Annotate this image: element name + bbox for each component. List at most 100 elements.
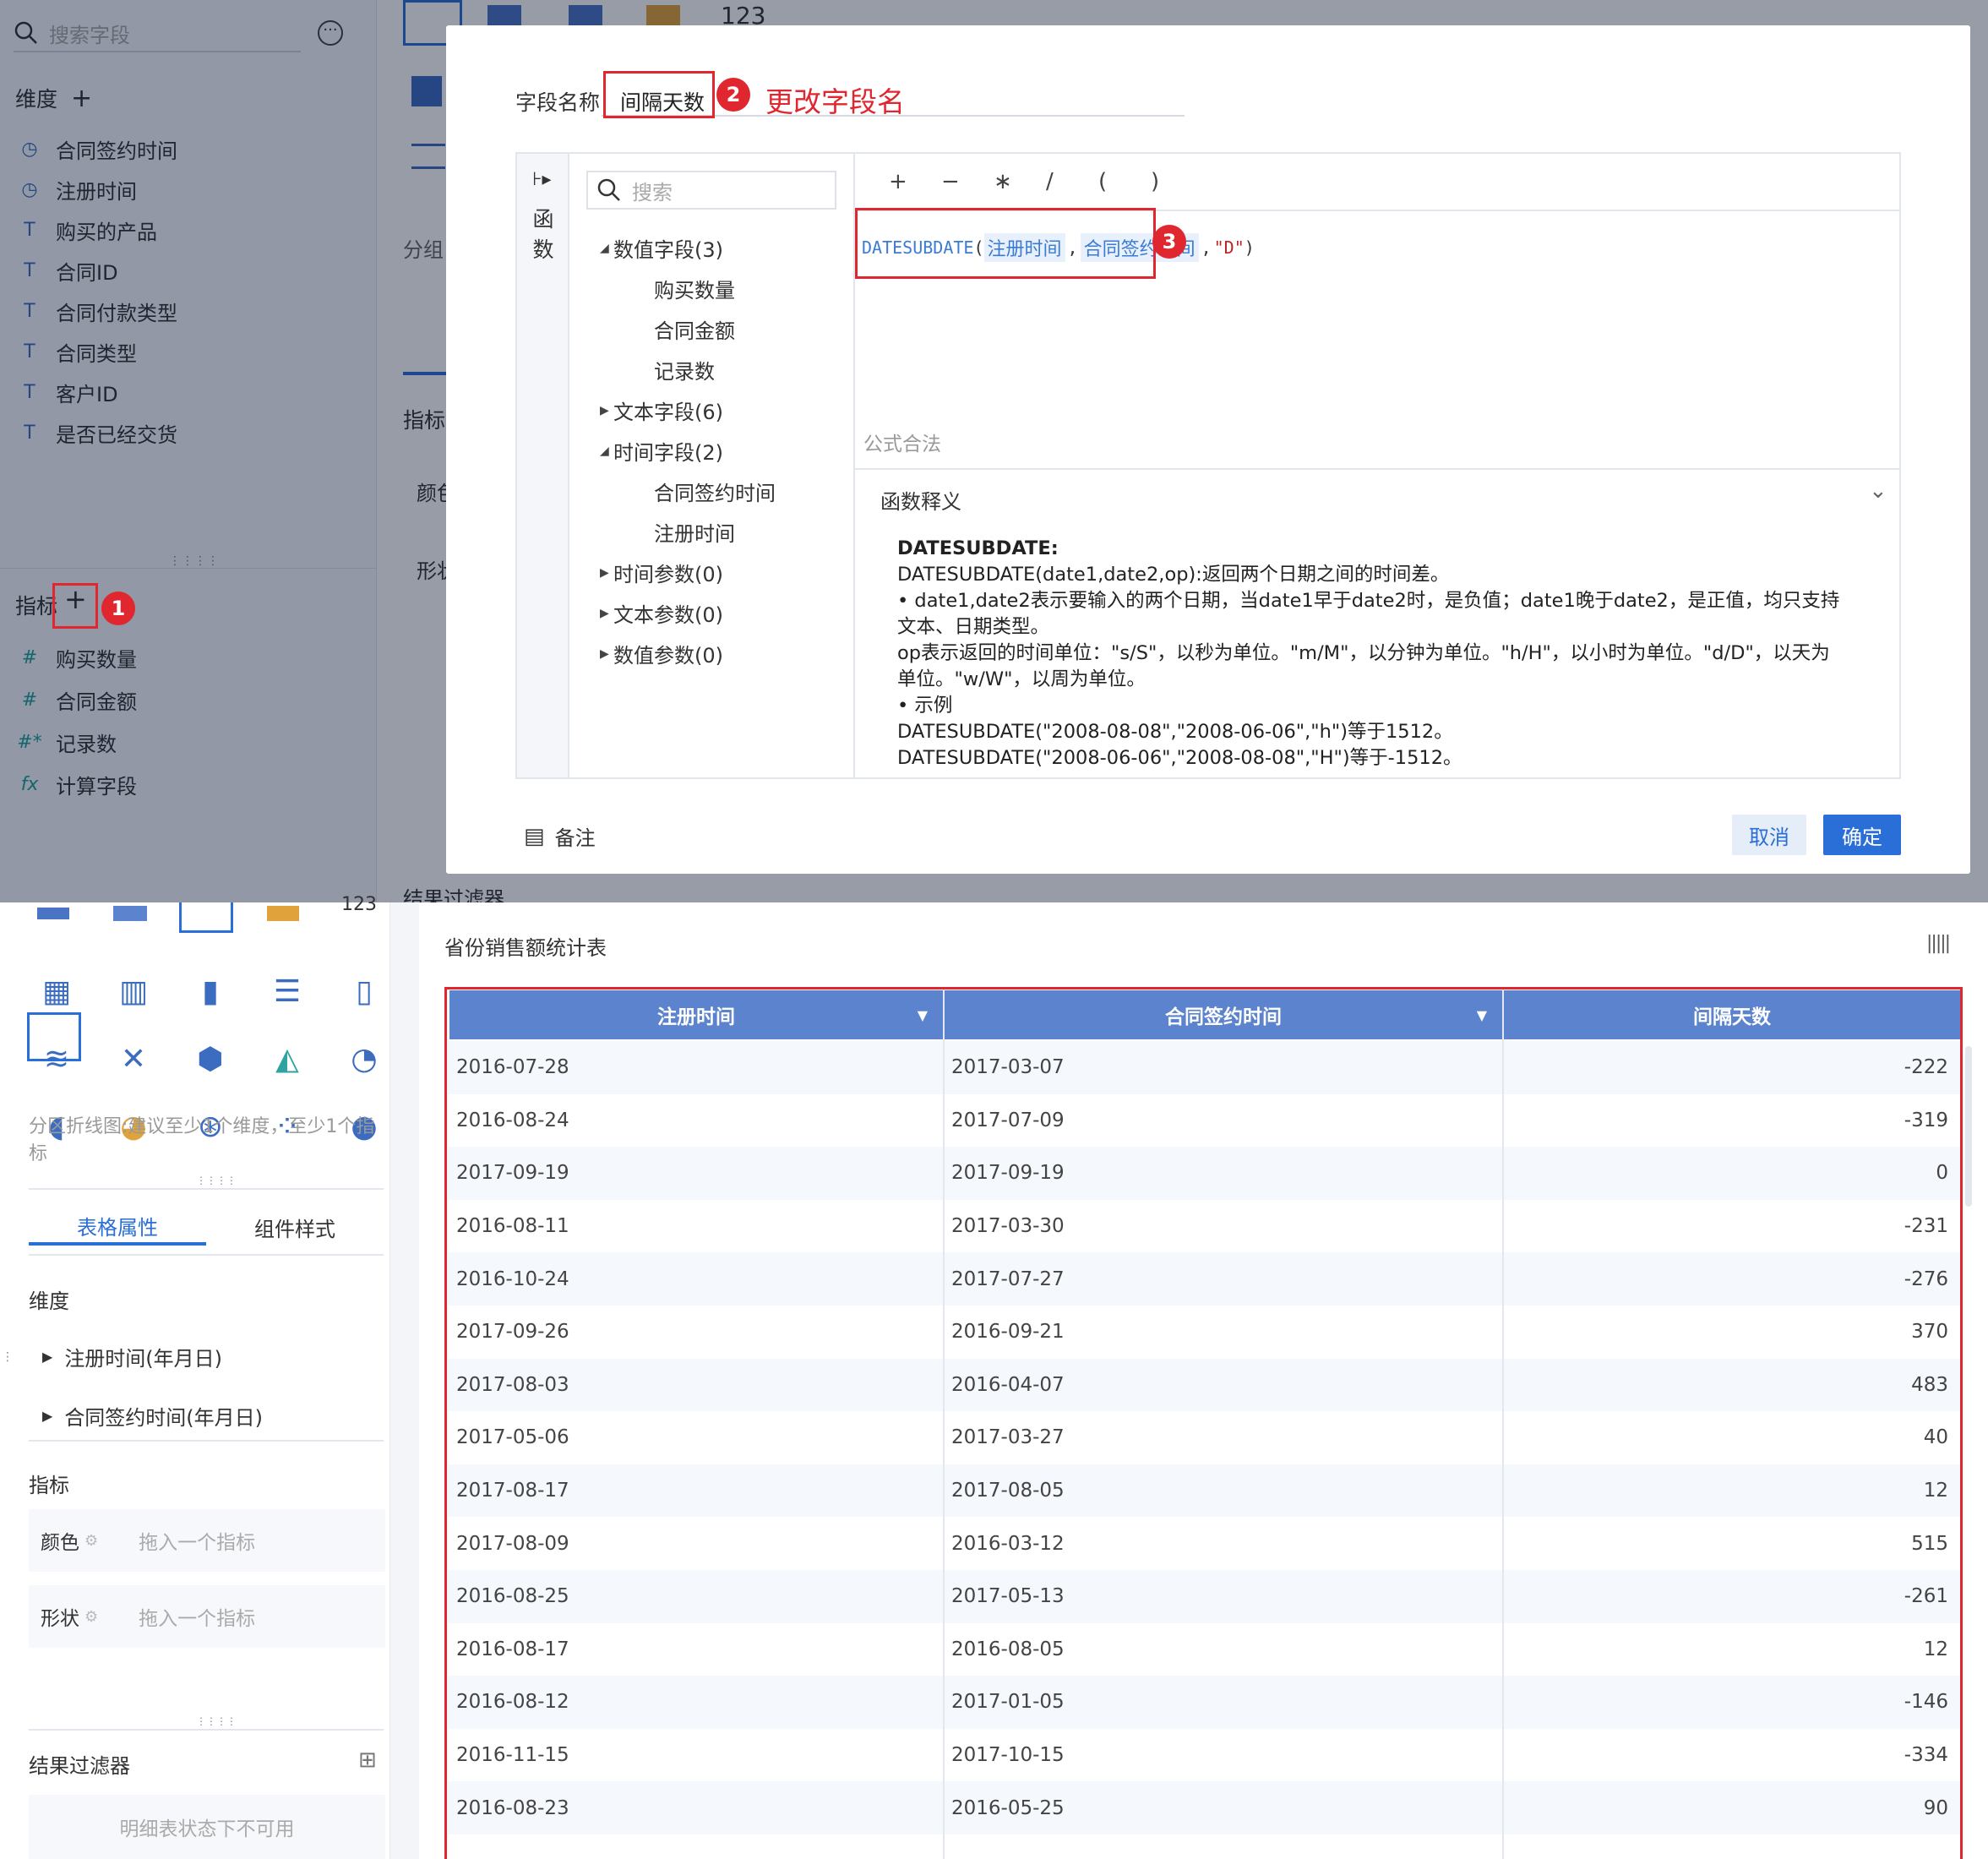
divider [29, 1729, 384, 1731]
filter-icon[interactable]: ⊞ [358, 1747, 377, 1773]
formula-comma: , [1201, 237, 1212, 258]
annotation-badge-1: 1 [101, 592, 135, 625]
operator-button[interactable]: − [941, 169, 994, 194]
triangle-right-icon: ▶ [42, 1408, 53, 1424]
chart-type-icon[interactable] [113, 906, 147, 921]
expand-icon[interactable]: ⊦▸ [532, 169, 552, 190]
tree-group[interactable]: ◢ 数值字段(3) [600, 233, 723, 263]
gear-icon[interactable]: ⚙ [84, 1608, 98, 1626]
calculated-field-dialog: 字段名称 间隔天数 2 更改字段名 ⊦▸ 函数 搜索 ◢ 数值字段(3) 购买数量合… [446, 25, 1970, 874]
dimension-item[interactable]: ▶ 注册时间(年月日) [42, 1342, 222, 1371]
dimension-item[interactable]: ▶ 合同签约时间(年月日) [42, 1401, 263, 1431]
function-tab-label[interactable]: 函数 [531, 204, 555, 265]
chevron-down-icon[interactable]: ⌄ [1869, 478, 1887, 504]
field-tree-panel: 搜索 ◢ 数值字段(3) 购买数量合同金额记录数 ▶ 文本字段(6) ◢ 时间字段(2) 合同… [569, 154, 855, 777]
tree-search-input[interactable]: 搜索 [586, 171, 836, 210]
operator-button[interactable]: ( [1098, 169, 1151, 194]
selected-chart-type[interactable] [27, 1012, 81, 1061]
chart-type-icon[interactable] [267, 906, 299, 921]
tree-item[interactable]: 记录数 [654, 355, 715, 384]
divider [29, 1440, 384, 1442]
explain-line: op表示返回的时间单位："s/S"，以秒为单位。"m/M"，以分钟为单位。"h/… [897, 642, 1830, 664]
tab-table-properties[interactable]: 表格属性 [29, 1208, 206, 1246]
tree-item[interactable]: 注册时间 [654, 517, 735, 547]
tree-group-label: 数值字段(3) [613, 238, 723, 262]
dimension-title: 维度 [29, 1289, 69, 1313]
dimension-item-label: 合同签约时间(年月日) [64, 1406, 264, 1430]
tab-component-style[interactable]: 组件样式 [206, 1208, 384, 1246]
remark-button[interactable]: ▤ 备注 [524, 821, 596, 851]
tree-group[interactable]: ▶ 数值参数(0) [600, 639, 723, 668]
triangle-down-icon: ◢ [600, 444, 609, 458]
area-icon[interactable]: ◭ [268, 1043, 307, 1077]
barcode-icon[interactable]: ||||| [1926, 933, 1951, 954]
cancel-button[interactable]: 取消 [1732, 815, 1806, 855]
editor-bottom-section: 123 ▦ ▥ ▮ ☰ ▯ ≋ ✕ ⬢ ◭ ◔ ◖ ◕ ⊛ ⁘ ● 分区折线图:建议至少1个维度，至少1个指… [0, 894, 1988, 1859]
gear-icon[interactable]: ⚙ [84, 1532, 98, 1550]
chart-config-panel: 123 ▦ ▥ ▮ ☰ ▯ ≋ ✕ ⬢ ◭ ◔ ◖ ◕ ⊛ ⁘ ● 分区折线图:建议至少1个维度，至少1个指… [0, 894, 390, 1859]
shape-drop-zone[interactable]: 形状 ⚙ 拖入一个指标 [29, 1585, 385, 1648]
triangle-right-icon: ▶ [600, 646, 609, 661]
explain-line: DATESUBDATE: [897, 537, 1059, 559]
drop-placeholder: 拖入一个指标 [139, 1532, 256, 1554]
operator-button[interactable]: + [889, 169, 941, 194]
tree-group[interactable]: ▶ 文本字段(6) [600, 395, 723, 425]
formula-editor-frame: ⊦▸ 函数 搜索 ◢ 数值字段(3) 购买数量合同金额记录数 ▶ 文本字段(6) ◢ 时间字… [515, 152, 1901, 779]
table-chart-icon[interactable] [179, 902, 233, 933]
explain-line: • date1,date2表示要输入的两个日期，当date1早于date2时，是… [897, 590, 1840, 612]
gauge-icon[interactable]: ◔ [345, 1043, 384, 1077]
tree-group-label: 时间字段(2) [613, 441, 723, 465]
divider [29, 1254, 384, 1256]
scrollbar[interactable] [1965, 1046, 1972, 1207]
hexagon-icon[interactable]: ⬢ [191, 1043, 230, 1077]
explain-line: 文本、日期类型。 [897, 616, 1050, 638]
editor-top-section: 搜索字段 ··· 维度 + ◷ 合同签约时间 ◷ 注册时间 T 购买的产品 T 合同ID T 合同… [0, 0, 1988, 902]
metric-title: 指标 [29, 1474, 69, 1497]
formula-status: 公式合法 [863, 433, 941, 455]
tree-group[interactable]: ▶ 时间参数(0) [600, 558, 723, 587]
divider [855, 468, 1899, 470]
stacked-bar-icon[interactable]: ☰ [268, 975, 307, 1009]
annotation-box-formula [855, 208, 1156, 279]
bar-grid-icon[interactable]: ▦ [37, 975, 76, 1009]
explain-title: 函数释义 [880, 490, 961, 514]
chart-type-icon[interactable] [37, 908, 69, 919]
tree-group-label: 数值参数(0) [613, 644, 723, 668]
number-chart-icon[interactable]: 123 [341, 894, 377, 915]
remark-label: 备注 [554, 826, 596, 850]
tree-item[interactable]: 购买数量 [654, 274, 735, 303]
function-side-tab[interactable]: ⊦▸ 函数 [517, 154, 569, 777]
shape-label: 形状 [41, 1608, 79, 1630]
scatter-line-icon[interactable]: ✕ [114, 1043, 153, 1077]
explain-line: DATESUBDATE("2008-08-08","2008-06-06","h… [897, 721, 1453, 743]
tree-group[interactable]: ▶ 文本参数(0) [600, 598, 723, 628]
annotation-badge-2: 2 [716, 78, 750, 112]
triangle-right-icon: ▶ [600, 565, 609, 580]
confirm-button[interactable]: 确定 [1823, 815, 1901, 855]
drag-handle-icon[interactable]: ⋮⋮⋮⋮ [196, 1175, 237, 1186]
operator-button[interactable]: / [1046, 169, 1098, 194]
triangle-down-icon: ◢ [600, 241, 609, 255]
operator-button[interactable]: ∗ [994, 169, 1046, 194]
explain-line: DATESUBDATE(date1,date2,op):返回两个日期之间的时间差… [897, 564, 1450, 586]
color-label: 颜色 [41, 1532, 79, 1554]
range-bar-icon[interactable]: ▯ [345, 975, 384, 1009]
drop-placeholder: 拖入一个指标 [139, 1608, 256, 1630]
drag-handle-icon[interactable]: ⋮ [2, 1350, 14, 1364]
color-drop-zone[interactable]: 颜色 ⚙ 拖入一个指标 [29, 1509, 385, 1572]
chart-type-hint: 分区折线图:建议至少1个维度，至少1个指标 [29, 1116, 375, 1164]
explain-line: • 示例 [897, 695, 953, 717]
tree-group-label: 时间参数(0) [613, 563, 723, 586]
annotation-box-field-name [603, 71, 715, 118]
column-icon[interactable]: ▥ [114, 975, 153, 1009]
triangle-right-icon: ▶ [42, 1349, 53, 1365]
drag-handle-icon[interactable]: ⋮⋮⋮⋮ [196, 1715, 237, 1727]
operator-button[interactable]: ) [1151, 169, 1203, 194]
tree-item[interactable]: 合同签约时间 [654, 477, 776, 506]
tree-group[interactable]: ◢ 时间字段(2) [600, 436, 723, 466]
annotation-rename-text: 更改字段名 [765, 85, 905, 118]
formula-paren: ) [1244, 237, 1255, 258]
tree-item[interactable]: 合同金额 [654, 314, 735, 344]
bar-chart-icon[interactable]: ▮ [191, 975, 230, 1009]
explain-body: DATESUBDATE: DATESUBDATE(date1,date2,op):… [897, 536, 1894, 771]
